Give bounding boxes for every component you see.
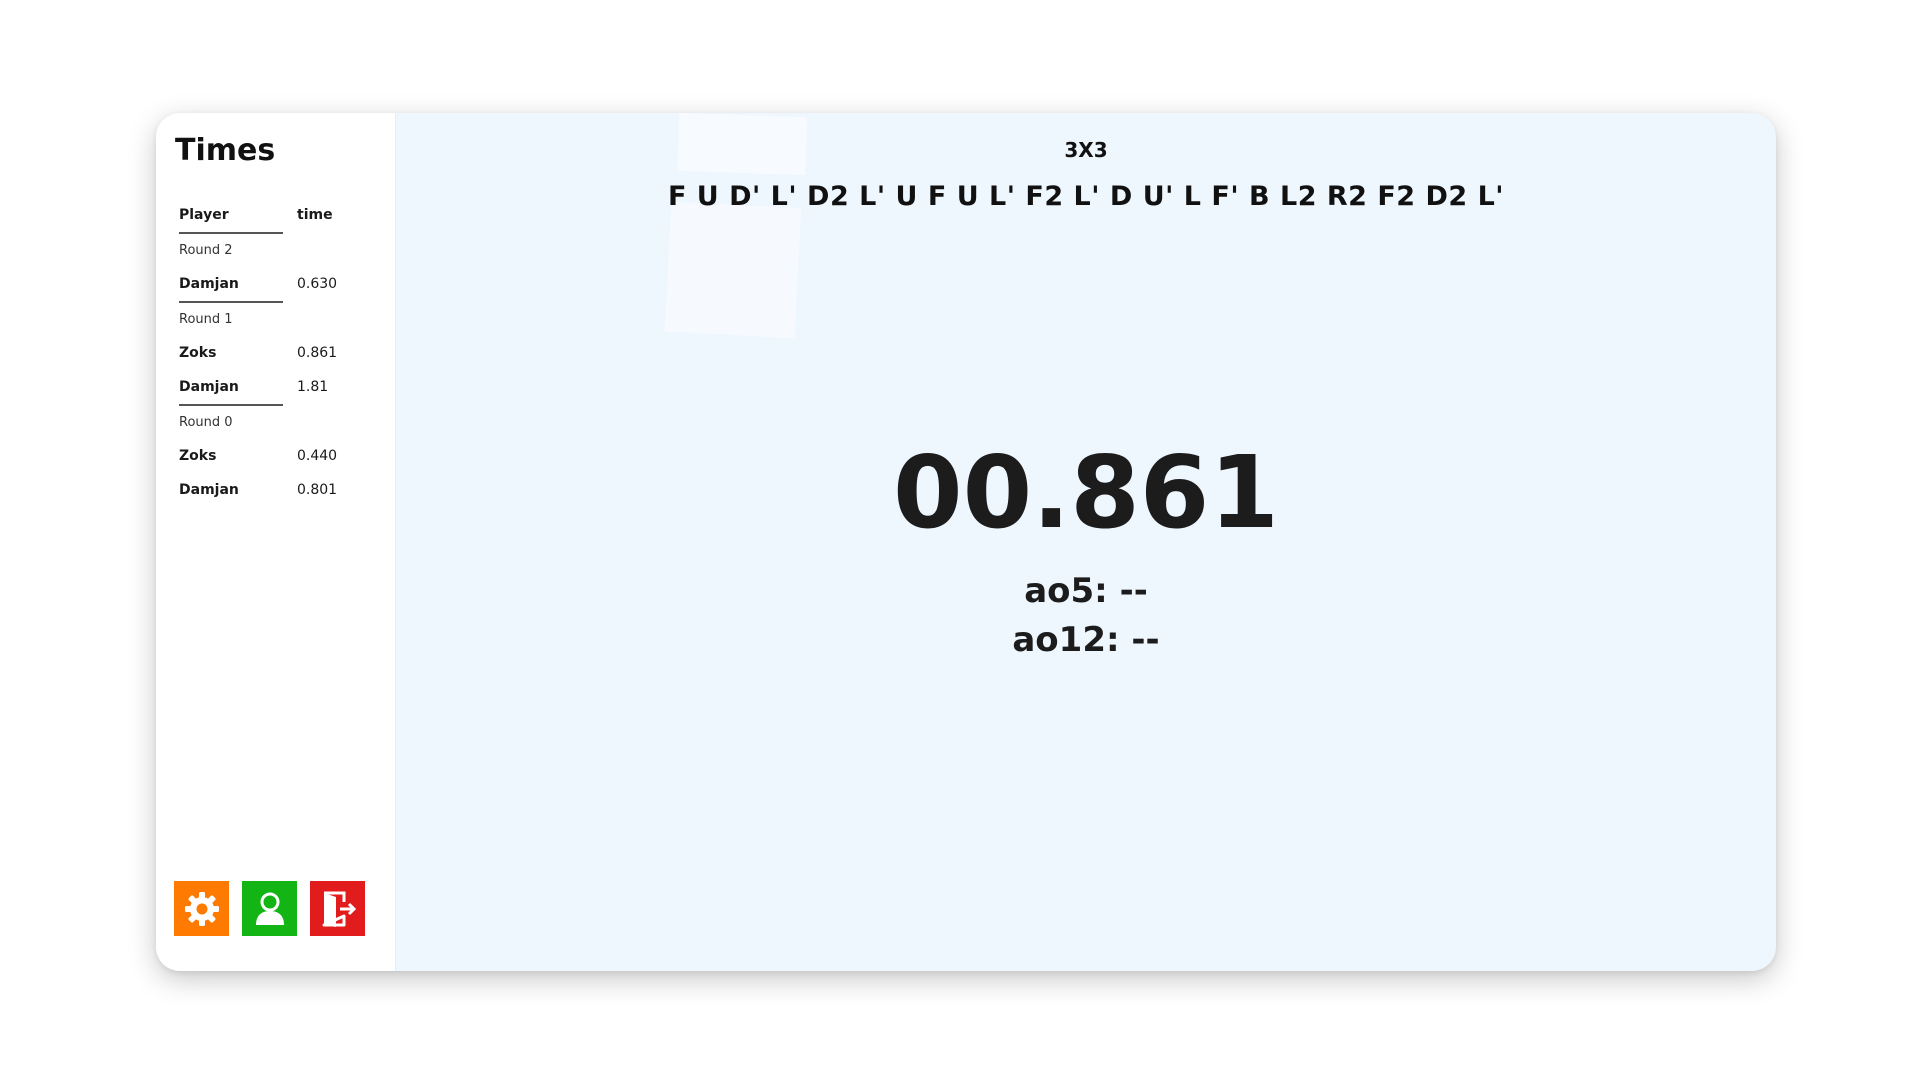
user-icon xyxy=(255,892,284,925)
puzzle-type-label: 3X3 xyxy=(1064,138,1108,162)
row-time: 0.801 xyxy=(297,482,338,498)
ao5-stat: ao5: -- xyxy=(1024,571,1148,611)
sidebar-buttons xyxy=(174,881,365,936)
round-label: Round 0 xyxy=(179,404,283,439)
table-row: Damjan 0.630 xyxy=(179,267,369,301)
row-player: Damjan xyxy=(179,482,239,498)
row-player: Zoks xyxy=(179,448,217,464)
gear-icon xyxy=(184,891,219,926)
row-player: Damjan xyxy=(179,276,239,292)
row-player: Zoks xyxy=(179,345,217,361)
exit-door-icon xyxy=(322,891,356,927)
timer-panel[interactable]: 3X3 F U D' L' D2 L' U F U L' F2 L' D U' … xyxy=(396,113,1776,971)
table-row: Damjan 1.81 xyxy=(179,370,369,404)
sidebar-title: Times xyxy=(175,133,276,168)
row-time: 0.630 xyxy=(297,276,338,292)
ao12-stat: ao12: -- xyxy=(1012,620,1160,660)
scramble-text: F U D' L' D2 L' U F U L' F2 L' D U' L F'… xyxy=(667,181,1505,212)
round-label: Round 1 xyxy=(179,301,283,336)
row-time: 0.440 xyxy=(297,448,338,464)
row-time: 0.861 xyxy=(297,345,338,361)
profile-button[interactable] xyxy=(242,881,297,936)
app-window: Times Player time Round 2 Damjan 0.630 R… xyxy=(156,113,1776,971)
table-header: Player time xyxy=(179,198,369,232)
times-table: Player time Round 2 Damjan 0.630 Round 1… xyxy=(179,198,369,507)
logout-button[interactable] xyxy=(310,881,365,936)
header-time: time xyxy=(297,207,333,223)
row-time: 1.81 xyxy=(297,379,329,395)
table-row: Zoks 0.861 xyxy=(179,336,369,370)
table-row: Damjan 0.801 xyxy=(179,473,369,507)
decorative-shape xyxy=(664,201,802,339)
round-label: Round 2 xyxy=(179,232,283,267)
table-row: Zoks 0.440 xyxy=(179,439,369,473)
header-player: Player xyxy=(179,207,229,223)
timer-display: 00.861 xyxy=(893,434,1279,551)
times-sidebar: Times Player time Round 2 Damjan 0.630 R… xyxy=(156,113,396,971)
row-player: Damjan xyxy=(179,379,239,395)
settings-button[interactable] xyxy=(174,881,229,936)
